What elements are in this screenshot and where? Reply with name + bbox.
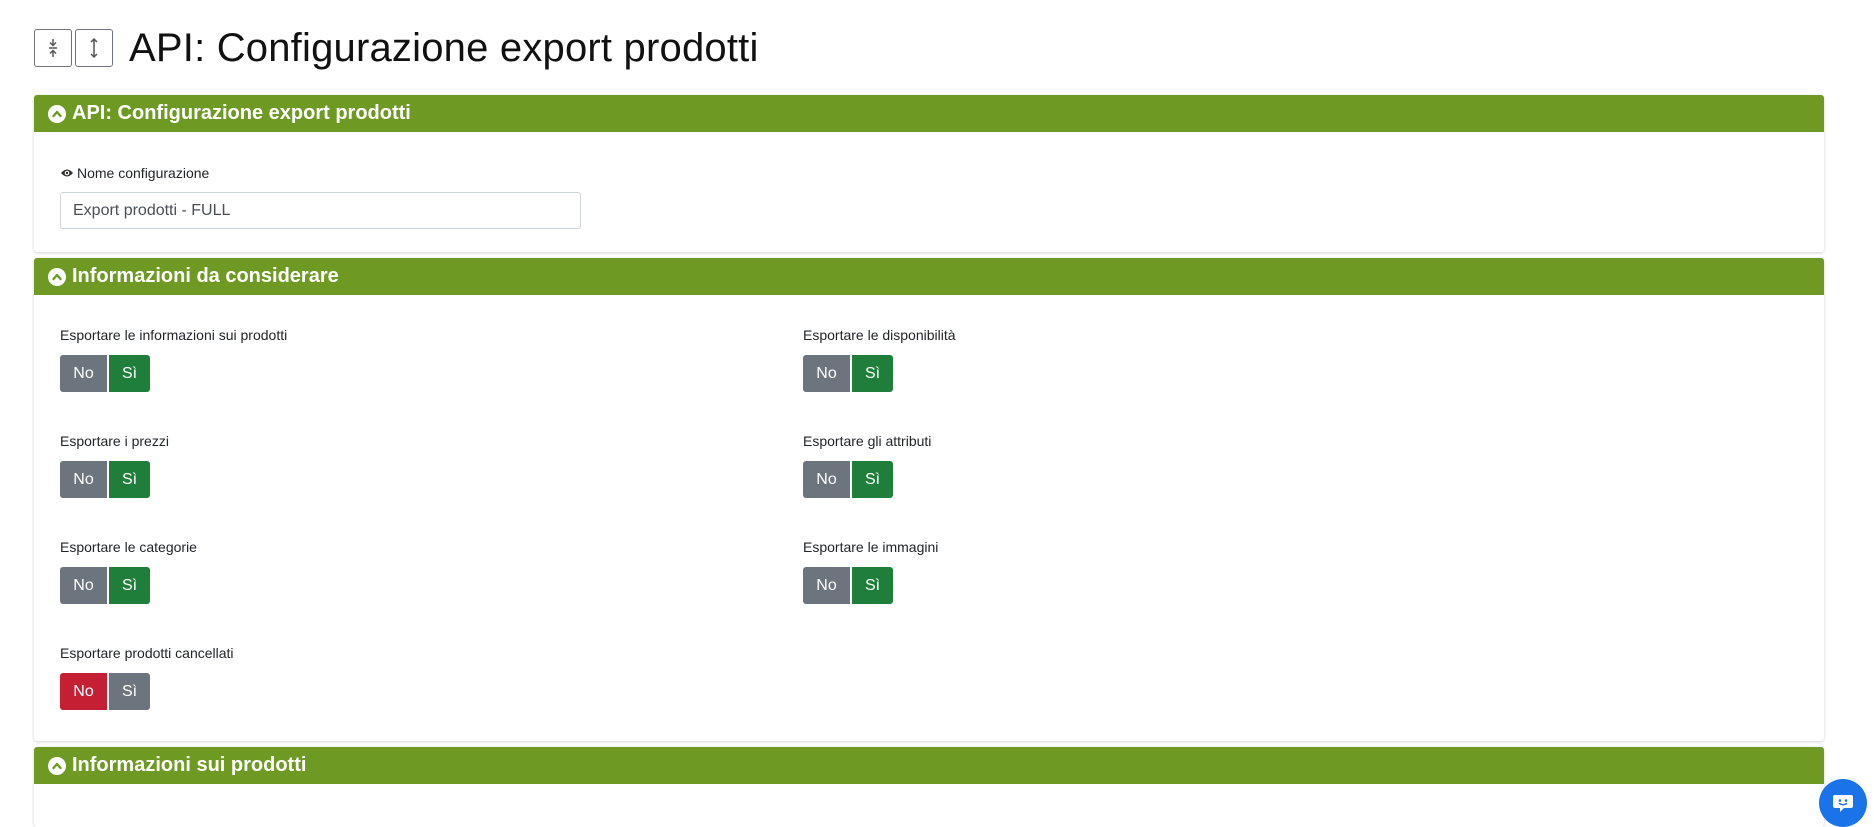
expand-vertical-icon [90, 37, 98, 59]
products-section-title: Informazioni sui prodotti [72, 754, 307, 776]
no-button[interactable]: No [803, 355, 850, 392]
toggle-deleted-products: No Sì [60, 673, 150, 710]
chevron-up-circle-icon [48, 267, 66, 286]
products-section-header[interactable]: Informazioni sui prodotti [34, 747, 1824, 784]
yes-button[interactable]: Sì [109, 567, 150, 604]
yes-button[interactable]: Sì [109, 673, 150, 710]
chevron-up-circle-icon [48, 756, 66, 775]
eye-icon [61, 169, 73, 177]
yes-button[interactable]: Sì [109, 461, 150, 498]
toggle-label-images: Esportare le immagini [803, 539, 939, 555]
info-card: Informazioni da considerare Esportare le… [34, 258, 1824, 741]
toggle-product-info: No Sì [60, 355, 150, 392]
toggle-availability: No Sì [803, 355, 893, 392]
page-header: API: Configurazione export prodotti [34, 23, 759, 73]
yes-button[interactable]: Sì [109, 355, 150, 392]
toggle-label-product-info: Esportare le informazioni sui prodotti [60, 327, 288, 343]
info-section-header[interactable]: Informazioni da considerare [34, 258, 1824, 295]
toggle-attributes: No Sì [803, 461, 893, 498]
products-card: Informazioni sui prodotti [34, 747, 1824, 827]
no-button[interactable]: No [60, 673, 107, 710]
yes-button[interactable]: Sì [852, 461, 893, 498]
toggle-label-prices: Esportare i prezzi [60, 433, 169, 449]
config-section-title: API: Configurazione export prodotti [72, 102, 411, 124]
compress-vertical-icon [49, 39, 57, 57]
config-card: API: Configurazione export prodotti Nome… [34, 95, 1824, 252]
toggle-label-deleted-products: Esportare prodotti cancellati [60, 645, 234, 661]
chat-support-button[interactable] [1819, 779, 1867, 827]
no-button[interactable]: No [60, 355, 107, 392]
name-field-label: Nome configurazione [60, 165, 209, 181]
info-section-title: Informazioni da considerare [72, 265, 339, 287]
name-field-label-text: Nome configurazione [77, 165, 210, 181]
chat-support-icon [1833, 795, 1853, 812]
no-button[interactable]: No [803, 461, 850, 498]
yes-button[interactable]: Sì [852, 355, 893, 392]
toggle-categories: No Sì [60, 567, 150, 604]
name-config-input[interactable] [60, 192, 581, 229]
no-button[interactable]: No [60, 567, 107, 604]
config-section-header[interactable]: API: Configurazione export prodotti [34, 95, 1824, 132]
yes-button[interactable]: Sì [852, 567, 893, 604]
toggle-label-attributes: Esportare gli attributi [803, 433, 932, 449]
toggle-label-availability: Esportare le disponibilità [803, 327, 956, 343]
chevron-up-circle-icon [48, 104, 66, 123]
no-button[interactable]: No [60, 461, 107, 498]
no-button[interactable]: No [803, 567, 850, 604]
toggle-label-categories: Esportare le categorie [60, 539, 197, 555]
expand-all-button[interactable] [75, 29, 113, 67]
page-title: API: Configurazione export prodotti [129, 25, 759, 70]
toggle-images: No Sì [803, 567, 893, 604]
toggle-prices: No Sì [60, 461, 150, 498]
collapse-all-button[interactable] [34, 29, 72, 67]
